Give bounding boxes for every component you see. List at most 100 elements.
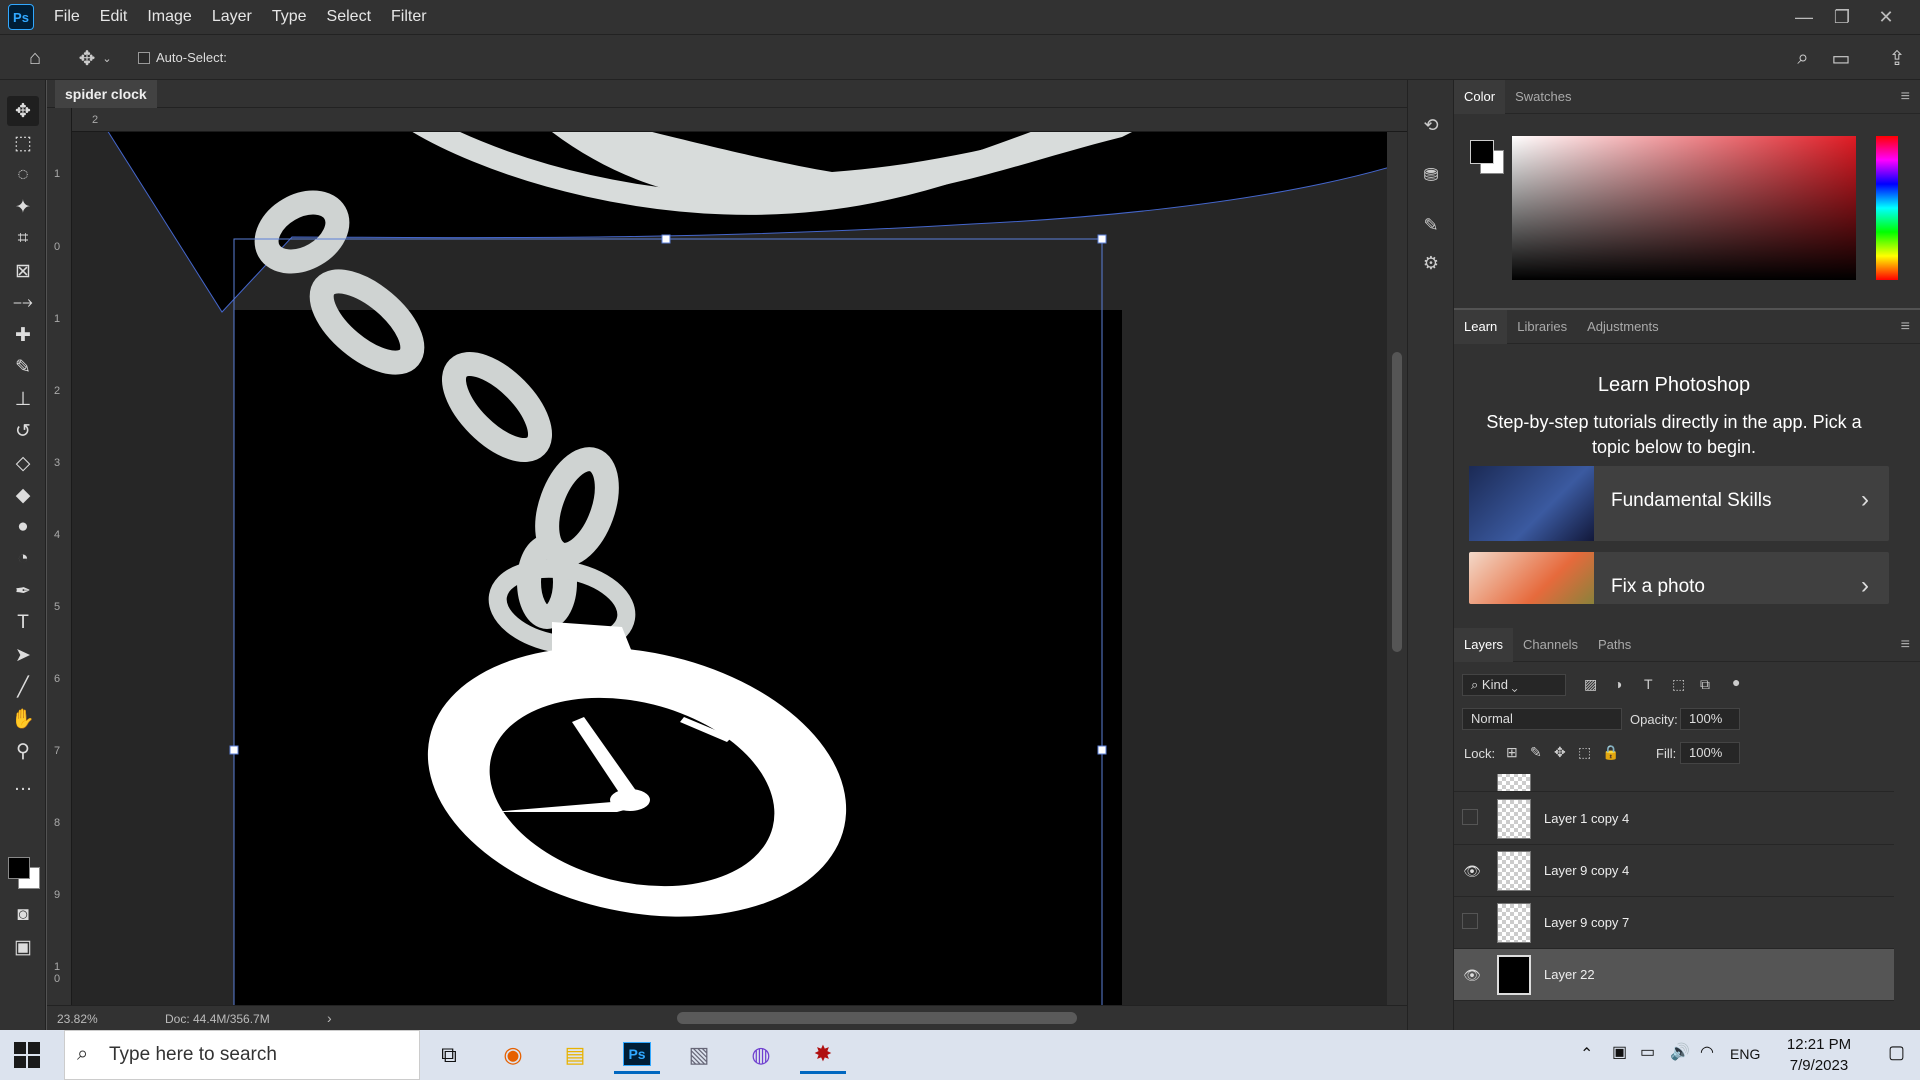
adjustment-filter-icon[interactable]: ◑ [1614,676,1622,692]
history-panel-icon[interactable]: ⟲ [1416,110,1446,140]
eyedropper-icon[interactable]: ⤍ [7,288,39,318]
eye-icon[interactable]: 👁 [1462,861,1482,881]
filter-toggle-icon[interactable]: ● [1732,674,1740,690]
shape-filter-icon[interactable]: ⬚ [1672,676,1685,693]
chevron-down-icon[interactable]: ⌄ [100,43,114,73]
search-icon[interactable]: ⌕ [1788,43,1818,73]
image-filter-icon[interactable]: ▨ [1584,676,1597,693]
hand-tool-icon[interactable]: ✋ [7,704,39,734]
home-icon[interactable]: ⌂ [20,43,50,73]
eye-icon[interactable]: 👁 [1462,965,1482,985]
tab-layers[interactable]: Layers [1454,627,1514,662]
zoom-tool-icon[interactable]: ⚲ [7,736,39,766]
tab-learn[interactable]: Learn [1454,309,1508,344]
app-icon[interactable]: ✸ [800,1036,846,1074]
menu-filter[interactable]: Filter [381,0,437,34]
libraries-panel-icon[interactable]: ⛃ [1416,160,1446,190]
task-view-icon[interactable]: ⧉ [426,1036,472,1074]
adjustments-panel-icon[interactable]: ⚙ [1416,248,1446,278]
document-tab[interactable]: spider clock [55,80,157,108]
foreground-swatch[interactable] [1470,140,1494,164]
workspace-icon[interactable]: ▭ [1826,43,1856,73]
photoshop-taskbar-icon[interactable]: Ps [614,1036,660,1074]
scroll-thumb[interactable] [1392,352,1402,652]
layer-row[interactable]: Layer 1 copy 4 [1454,793,1894,845]
visibility-toggle[interactable] [1462,913,1478,929]
meet-icon[interactable]: ▣ [1612,1042,1627,1062]
volume-icon[interactable]: 🔊 [1670,1042,1690,1062]
transform-handle[interactable] [229,745,239,755]
system-clock[interactable]: 12:21 PM 7/9/2023 [1764,1034,1874,1076]
crop-tool-icon[interactable]: ⌗ [7,224,39,254]
lock-artboard-icon[interactable]: ⬚ [1578,744,1591,761]
menu-select[interactable]: Select [317,0,381,34]
tab-libraries[interactable]: Libraries [1507,310,1577,344]
card-fix-a-photo[interactable]: Fix a photo › [1469,552,1889,604]
chevron-up-icon[interactable]: ⌃ [1580,1044,1593,1064]
menu-edit[interactable]: Edit [90,0,138,34]
move-tool-icon[interactable]: ✥ [72,43,102,73]
tab-adjustments[interactable]: Adjustments [1577,310,1669,344]
lock-transparency-icon[interactable]: ⊞ [1506,744,1518,761]
share-icon[interactable]: ⇪ [1882,43,1912,73]
frame-tool-icon[interactable]: ⊠ [7,256,39,286]
color-picker-field[interactable] [1512,136,1856,280]
lock-image-icon[interactable]: ✎ [1530,744,1542,761]
more-tools-icon[interactable]: … [7,770,39,800]
restore-button[interactable]: ❐ [1822,0,1862,34]
horizontal-scrollbar[interactable] [677,1012,1077,1024]
photos-icon[interactable]: ▧ [676,1036,722,1074]
history-brush-icon[interactable]: ↺ [7,416,39,446]
zoom-level[interactable]: 23.82% [57,1012,98,1026]
paint-bucket-icon[interactable]: ◆ [7,480,39,510]
panel-menu-icon[interactable]: ≡ [1901,636,1910,654]
auto-select-checkbox[interactable]: Auto-Select: [138,50,227,65]
firefox-icon[interactable]: ◉ [490,1036,536,1074]
close-button[interactable]: ✕ [1866,0,1906,34]
line-tool-icon[interactable]: ╱ [7,672,39,702]
hue-slider[interactable] [1876,136,1898,280]
panel-menu-icon[interactable]: ≡ [1901,318,1910,336]
quick-mask-icon[interactable]: ◙ [7,900,39,930]
minimize-button[interactable]: — [1784,0,1824,34]
move-tool-icon[interactable]: ✥ [7,96,39,126]
transform-handle[interactable] [661,234,671,244]
type-filter-icon[interactable]: T [1644,676,1653,692]
screen-mode-icon[interactable]: ▣ [7,932,39,962]
blur-tool-icon[interactable]: ● [7,512,39,542]
smartobject-filter-icon[interactable]: ⧉ [1700,676,1710,693]
panel-menu-icon[interactable]: ≡ [1901,88,1910,106]
canvas-area[interactable] [72,132,1387,1005]
transform-handle[interactable] [1097,234,1107,244]
tab-color[interactable]: Color [1454,79,1506,114]
opacity-input[interactable]: 100% [1680,708,1740,730]
path-select-icon[interactable]: ➤ [7,640,39,670]
file-explorer-icon[interactable]: ▤ [552,1036,598,1074]
layer-row-selected[interactable]: 👁 Layer 22 [1454,949,1894,1001]
layer-row[interactable]: Layer 9 copy 7 [1454,897,1894,949]
menu-type[interactable]: Type [262,0,317,34]
battery-icon[interactable]: ▭ [1640,1042,1655,1062]
type-tool-icon[interactable]: T [7,608,39,638]
dodge-tool-icon[interactable]: ◔ [7,544,39,574]
lock-position-icon[interactable]: ✥ [1554,744,1566,761]
pen-tool-icon[interactable]: ✒ [7,576,39,606]
magic-wand-icon[interactable]: ✦ [7,192,39,222]
foreground-background-swatch[interactable] [6,855,44,893]
eraser-icon[interactable]: ◇ [7,448,39,478]
lock-all-icon[interactable]: 🔒 [1602,744,1619,761]
chevron-right-icon[interactable]: › [327,1010,332,1026]
browser-icon[interactable]: ◍ [738,1036,784,1074]
healing-brush-icon[interactable]: ✚ [7,320,39,350]
layer-row[interactable]: 👁 Layer 9 copy 4 [1454,845,1894,897]
stamp-tool-icon[interactable]: ⊥ [7,384,39,414]
menu-layer[interactable]: Layer [202,0,262,34]
tab-channels[interactable]: Channels [1513,628,1588,662]
menu-file[interactable]: File [44,0,90,34]
card-fundamental-skills[interactable]: Fundamental Skills › [1469,466,1889,541]
layer-row[interactable] [1454,774,1894,792]
lasso-tool-icon[interactable]: ◌ [7,160,39,190]
blend-mode-select[interactable]: Normal [1462,708,1622,730]
marquee-tool-icon[interactable]: ⬚ [7,128,39,158]
transform-handle[interactable] [1097,745,1107,755]
